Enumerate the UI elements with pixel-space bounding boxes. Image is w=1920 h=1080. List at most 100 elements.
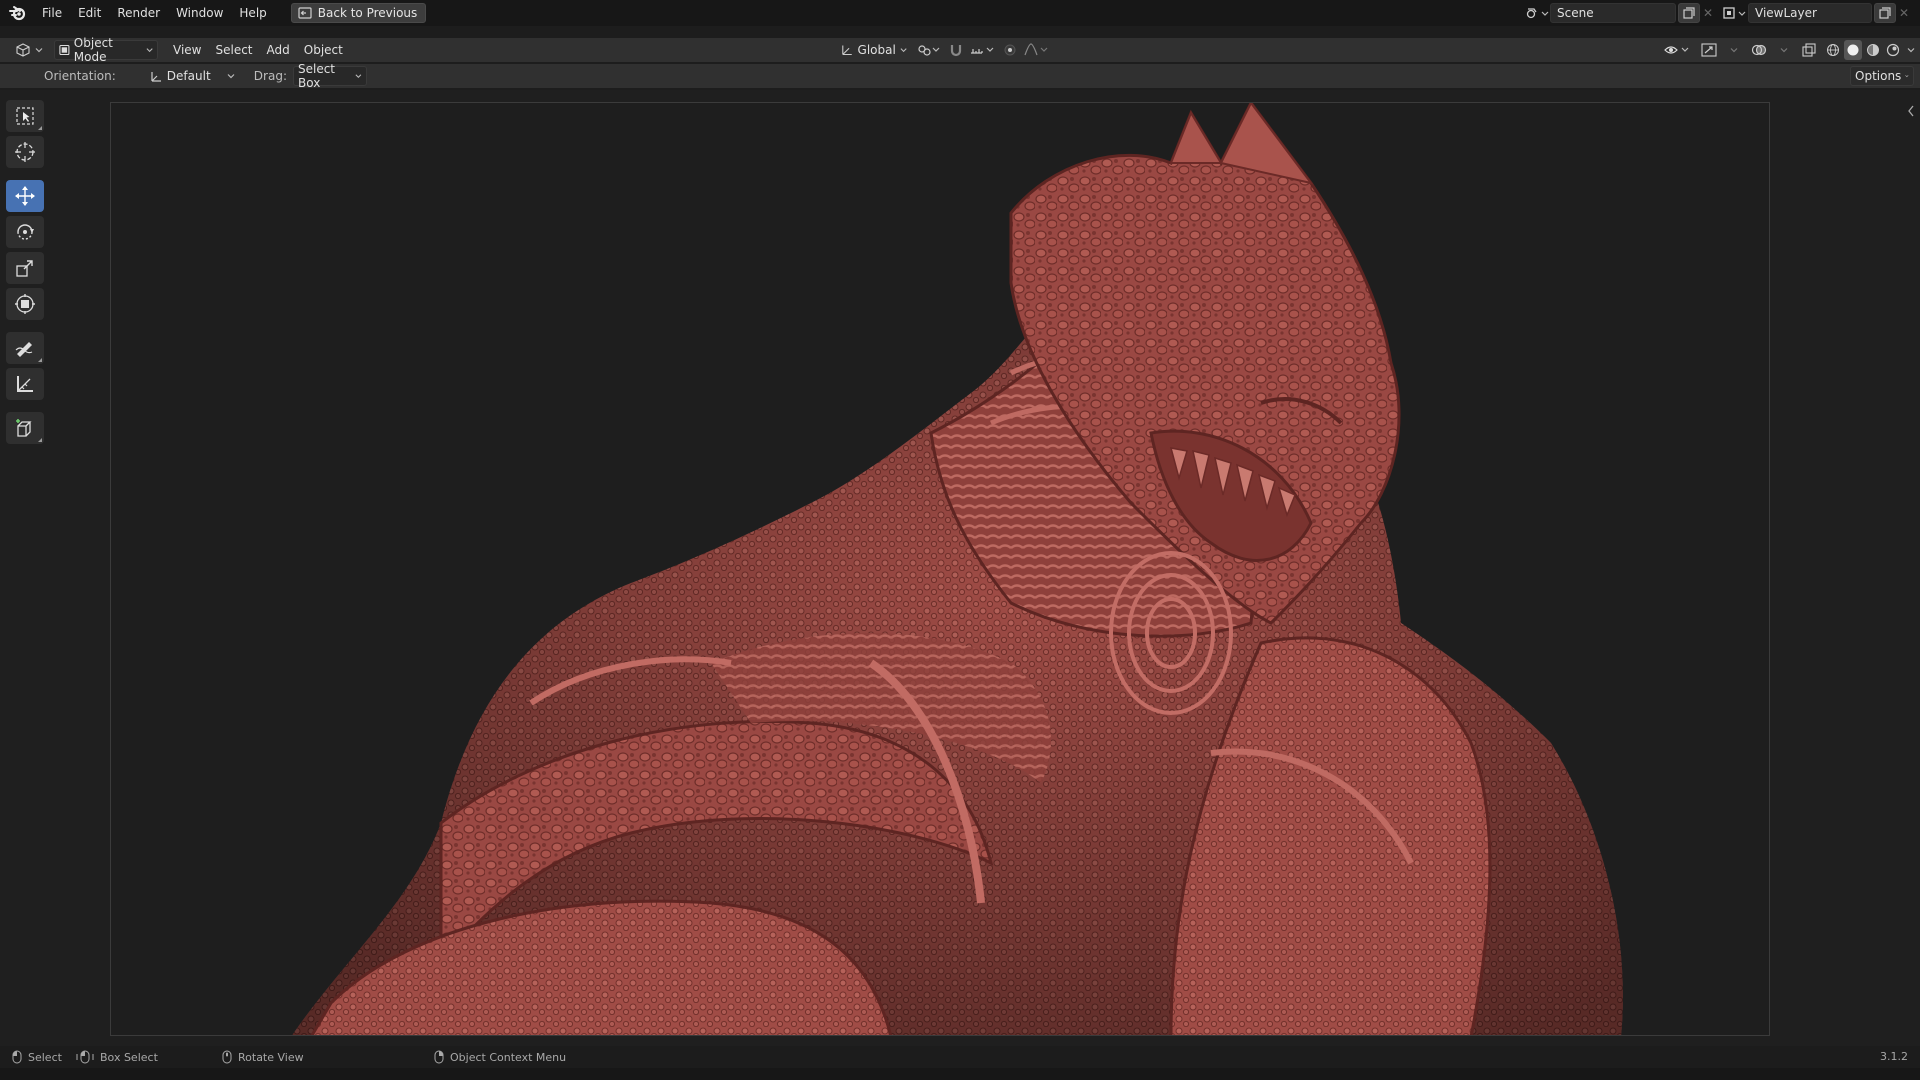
view-layer-icon[interactable] [1722, 4, 1748, 22]
duplicate-icon [1879, 7, 1891, 19]
chevron-down-icon [227, 74, 235, 79]
move-arrows-icon [15, 186, 35, 206]
scale-icon [16, 260, 33, 277]
rendered-sphere-icon [1886, 43, 1900, 57]
options-dropdown[interactable]: Options [1850, 66, 1914, 86]
gizmo-toggle[interactable] [1696, 40, 1722, 60]
tool-cursor[interactable] [6, 136, 44, 168]
screen-back-icon [298, 7, 312, 19]
tool-variants-indicator [38, 438, 42, 442]
drag-dropdown[interactable]: Select Box [292, 62, 367, 90]
falloff-dropdown[interactable] [1022, 40, 1052, 60]
scene-icon[interactable] [1524, 4, 1550, 22]
tool-measure[interactable] [6, 368, 44, 400]
header-menu-select[interactable]: Select [208, 43, 259, 57]
pivot-icon [918, 45, 940, 56]
pivot-point-dropdown[interactable] [914, 40, 944, 60]
new-scene-button[interactable] [1678, 3, 1700, 23]
shading-wireframe-button[interactable] [1824, 40, 1842, 60]
mouse-left-click-icon [12, 1050, 22, 1064]
3d-viewport-icon [16, 43, 30, 57]
chevron-down-icon [355, 74, 362, 78]
overlays-toggle[interactable] [1746, 40, 1772, 60]
delete-scene-icon[interactable]: ✕ [1700, 3, 1716, 23]
chevron-down-icon [1780, 48, 1788, 53]
menu-edit[interactable]: Edit [70, 2, 109, 24]
orientation-dropdown[interactable]: Default [144, 66, 240, 86]
mouse-middle-click-icon [222, 1050, 232, 1064]
transform-orientation-label: Global [857, 43, 896, 57]
orientation-global-icon [842, 45, 852, 56]
view-layer-selector[interactable]: ViewLayer ✕ [1722, 3, 1912, 23]
eye-icon [1664, 46, 1689, 54]
new-view-layer-button[interactable] [1874, 3, 1896, 23]
tool-move[interactable] [6, 180, 44, 212]
overlays-icon [1751, 44, 1767, 56]
tool-annotate[interactable] [6, 332, 44, 364]
scene-name: Scene [1557, 6, 1594, 20]
chevron-down-icon [1907, 48, 1915, 53]
menu-file[interactable]: File [34, 2, 70, 24]
menu-render[interactable]: Render [109, 2, 168, 24]
version-label: 3.1.2 [1880, 1050, 1908, 1063]
back-to-previous-button[interactable]: Back to Previous [290, 3, 427, 23]
solid-sphere-icon [1847, 44, 1859, 56]
header-menu-view[interactable]: View [166, 43, 208, 57]
options-label: Options [1855, 69, 1902, 83]
menu-window[interactable]: Window [168, 2, 231, 24]
mode-dropdown[interactable]: Object Mode [54, 36, 158, 64]
header-menu-object[interactable]: Object [297, 43, 350, 57]
sidebar-toggle-arrow-icon[interactable] [1906, 104, 1916, 118]
chevron-down-icon [1905, 75, 1909, 78]
tool-add-cube[interactable] [6, 412, 44, 444]
view-layer-name-field[interactable]: ViewLayer [1748, 3, 1872, 23]
status-select-label: Select [28, 1050, 62, 1064]
tool-select-box[interactable] [6, 100, 44, 132]
tool-scale[interactable] [6, 252, 44, 284]
tool-rotate[interactable] [6, 216, 44, 248]
transform-orientation-dropdown[interactable]: Global [836, 40, 912, 60]
rotate-icon [17, 224, 34, 240]
duplicate-icon [1683, 7, 1695, 19]
sculpted-creature-model[interactable] [111, 103, 1770, 1036]
xray-icon [1802, 43, 1816, 57]
top-bar: File Edit Render Window Help Back to Pre… [0, 0, 1920, 26]
tool-shelf [6, 100, 46, 444]
falloff-curve-icon [1024, 43, 1048, 56]
proportional-editing-toggle[interactable] [1000, 40, 1020, 60]
header-menu-add[interactable]: Add [260, 43, 297, 57]
menu-help[interactable]: Help [231, 2, 274, 24]
shading-material-button[interactable] [1864, 40, 1882, 60]
shading-dropdown[interactable] [1904, 40, 1918, 60]
view-layer-name: ViewLayer [1755, 6, 1817, 20]
tool-transform[interactable] [6, 288, 44, 320]
delete-view-layer-icon[interactable]: ✕ [1896, 3, 1912, 23]
shading-solid-button[interactable] [1844, 40, 1862, 60]
blender-logo-icon[interactable] [8, 3, 28, 23]
scene-selector[interactable]: Scene ✕ [1524, 3, 1716, 23]
visibility-dropdown[interactable] [1660, 40, 1694, 60]
snap-increment-icon [971, 47, 994, 54]
xray-toggle[interactable] [1796, 40, 1822, 60]
shading-rendered-button[interactable] [1884, 40, 1902, 60]
scene-name-field[interactable]: Scene [1550, 3, 1676, 23]
annotate-pencil-icon [15, 342, 33, 357]
editor-type-selector[interactable] [10, 40, 48, 60]
status-select: Select [12, 1050, 62, 1064]
orientation-label: Orientation: [44, 69, 116, 83]
proportional-dot-icon [1004, 44, 1016, 56]
3d-viewport[interactable] [0, 90, 1920, 1046]
snap-target-dropdown[interactable] [968, 40, 998, 60]
chevron-down-icon [1730, 48, 1738, 53]
viewport-header: Object Mode View Select Add Object Globa… [0, 36, 1920, 64]
gizmo-icon [1701, 43, 1717, 57]
overlays-dropdown[interactable] [1774, 40, 1794, 60]
mouse-drag-icon [76, 1050, 94, 1064]
tool-variants-indicator [38, 358, 42, 362]
select-box-icon [16, 107, 34, 125]
gizmo-dropdown[interactable] [1724, 40, 1744, 60]
status-box-select: Box Select [76, 1050, 158, 1064]
snap-toggle[interactable] [946, 40, 966, 60]
drag-value: Select Box [297, 62, 336, 90]
object-mode-icon [59, 44, 70, 56]
